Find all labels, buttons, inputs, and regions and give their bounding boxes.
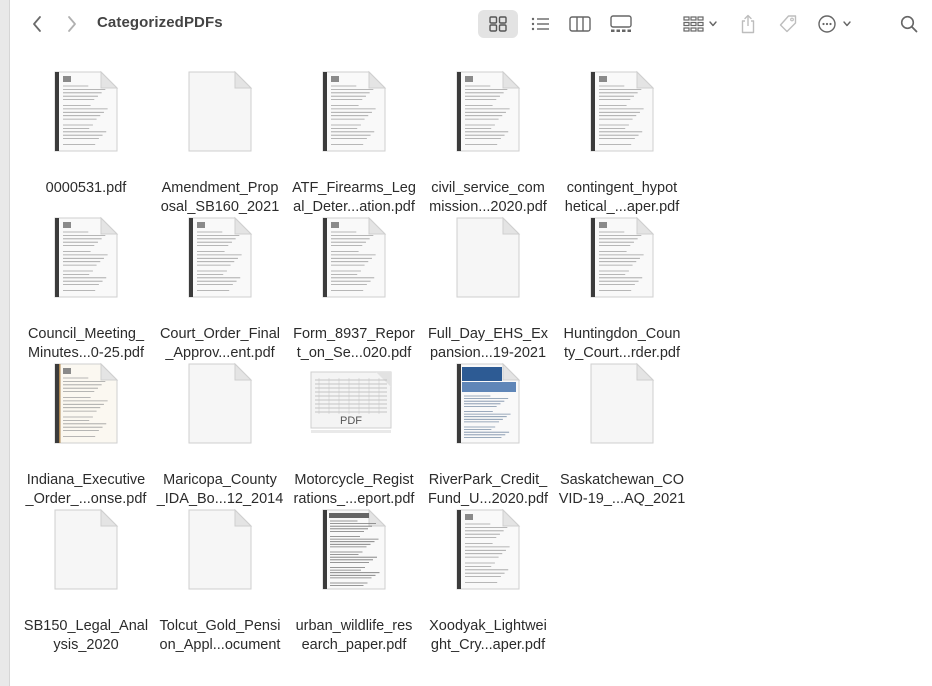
file-thumbnail [421,504,555,608]
file-item[interactable]: Saskatchewan_CO VID-19_...AQ_2021 [555,358,689,507]
file-name: Xoodyak_Lightwei ght_Cry...aper.pdf [429,618,547,653]
pdf-document-icon [456,70,521,152]
blank-document-icon [188,362,253,444]
file-thumbnail [555,212,689,316]
group-icon [683,16,717,32]
file-item[interactable]: ATF_Firearms_Leg al_Deter...ation.pdf [287,66,421,215]
pdf-document-icon [54,70,119,152]
sidebar-edge [0,0,10,686]
file-item[interactable]: Maricopa_County _IDA_Bo...12_2014 [153,358,287,507]
chevron-left-icon [33,16,41,32]
file-item[interactable]: Indiana_Executive _Order_...onse.pdf [19,358,153,507]
gallery-view-button[interactable] [607,10,635,38]
blank-document-icon [188,508,253,590]
file-item[interactable]: 0000531.pdf [19,66,153,212]
file-item[interactable]: PDF Motorcycle_Regist rations_...eport.pd… [287,358,421,507]
file-item[interactable]: civil_service_com mission...2020.pdf [421,66,555,215]
search-button[interactable] [896,10,922,38]
file-thumbnail [421,358,555,462]
tag-button[interactable] [775,10,801,38]
pdf-label: PDF [340,415,362,427]
pdf-document-icon [456,362,521,444]
grid-icon [489,16,507,32]
file-thumbnail [287,504,421,608]
file-thumbnail [19,358,153,462]
file-grid: 0000531.pdf Amendment_Prop osal_SB160_202… [10,48,932,686]
gallery-icon [610,15,632,32]
file-item[interactable]: RiverPark_Credit_ Fund_U...2020.pdf [421,358,555,507]
list-icon [531,17,549,31]
file-thumbnail [421,66,555,170]
file-item[interactable]: Amendment_Prop osal_SB160_2021 [153,66,287,215]
toolbar: CategorizedPDFs [10,0,932,48]
file-item[interactable]: Court_Order_Final _Approv...ent.pdf [153,212,287,361]
file-thumbnail [153,358,287,462]
pdf-document-icon: PDF [310,371,392,433]
file-item[interactable]: Full_Day_EHS_Ex pansion...19-2021 [421,212,555,361]
file-thumbnail [153,504,287,608]
pdf-document-icon [322,70,387,152]
pdf-document-icon [54,216,119,298]
file-item[interactable]: Form_8937_Repor t_on_Se...020.pdf [287,212,421,361]
file-name: 0000531.pdf [45,180,127,196]
file-name: Tolcut_Gold_Pensi on_Appl...ocument [159,618,281,653]
group-button[interactable] [678,10,722,38]
file-thumbnail [153,66,287,170]
file-thumbnail [153,212,287,316]
back-button[interactable] [26,12,48,36]
file-name: SB150_Legal_Anal ysis_2020 [23,618,149,653]
file-thumbnail [287,66,421,170]
file-name: urban_wildlife_res earch_paper.pdf [295,618,413,653]
forward-button[interactable] [61,12,83,36]
file-thumbnail [19,66,153,170]
file-item[interactable]: contingent_hypot hetical_...aper.pdf [555,66,689,215]
file-thumbnail [19,504,153,608]
file-item[interactable]: Xoodyak_Lightwei ght_Cry...aper.pdf [421,504,555,653]
blank-document-icon [54,508,119,590]
more-icon [818,15,851,33]
file-item[interactable]: SB150_Legal_Anal ysis_2020 [19,504,153,653]
file-thumbnail [287,212,421,316]
file-thumbnail [19,212,153,316]
file-thumbnail [555,358,689,462]
file-item[interactable]: Tolcut_Gold_Pensi on_Appl...ocument [153,504,287,653]
pdf-document-icon [590,70,655,152]
file-item[interactable]: Council_Meeting_ Minutes...0-25.pdf [19,212,153,361]
pdf-document-icon [54,362,119,444]
file-thumbnail [421,212,555,316]
search-icon [900,15,918,33]
columns-icon [569,16,591,32]
blank-document-icon [590,362,655,444]
tag-icon [779,15,797,33]
file-name: Saskatchewan_CO VID-19_...AQ_2021 [558,472,686,507]
file-thumbnail [555,66,689,170]
list-view-button[interactable] [526,10,554,38]
pdf-document-icon [590,216,655,298]
file-item[interactable]: urban_wildlife_res earch_paper.pdf [287,504,421,653]
file-thumbnail: PDF [287,358,421,462]
blank-document-icon [188,70,253,152]
column-view-button[interactable] [566,10,594,38]
share-button[interactable] [735,10,761,38]
action-button[interactable] [816,10,856,38]
chevron-right-icon [68,16,76,32]
share-icon [741,14,755,34]
pdf-document-icon [322,508,387,590]
pdf-document-icon [188,216,253,298]
pdf-document-icon [456,508,521,590]
file-item[interactable]: Huntingdon_Coun ty_Court...rder.pdf [555,212,689,361]
pdf-document-icon [322,216,387,298]
window-title: CategorizedPDFs [97,14,223,31]
blank-document-icon [456,216,521,298]
icon-view-button[interactable] [478,10,518,38]
finder-window: CategorizedPDFs 0000531.pdf Amendment_Pr… [0,0,932,686]
